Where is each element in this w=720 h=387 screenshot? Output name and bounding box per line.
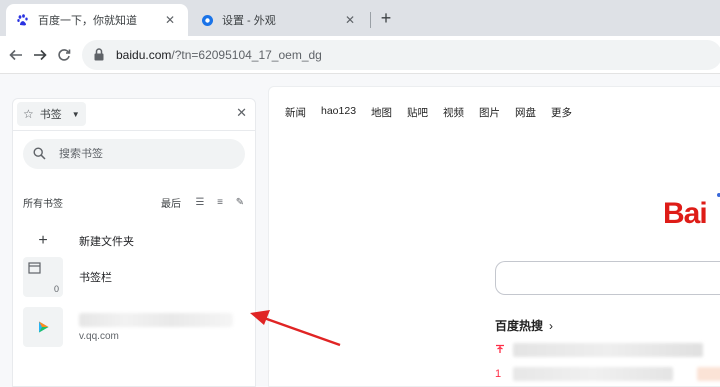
chevron-right-icon: › (549, 318, 554, 333)
close-icon[interactable]: ✕ (236, 105, 247, 121)
url-text: baidu.com/?tn=62095104_17_oem_dg (116, 48, 322, 62)
blurred-hot-item (513, 343, 703, 357)
selector-label: 书签 (39, 109, 62, 121)
nav-link-news[interactable]: 新闻 (285, 105, 306, 120)
new-tab-icon[interactable]: + (376, 8, 396, 28)
baidu-logo[interactable]: Bai (663, 197, 708, 231)
lock-icon[interactable] (94, 48, 106, 62)
nav-link-map[interactable]: 地图 (371, 105, 392, 120)
folder-count: 0 (53, 284, 59, 294)
nav-link-pan[interactable]: 网盘 (515, 105, 536, 120)
hot-search-item[interactable] (495, 343, 703, 357)
baidu-page: 新闻 hao123 地图 贴吧 视频 图片 网盘 更多 Bai 百度热搜 › 1 (268, 86, 720, 387)
sort-button[interactable]: 最后 (161, 195, 181, 210)
nav-link-tieba[interactable]: 贴吧 (407, 105, 428, 120)
nav-link-images[interactable]: 图片 (479, 105, 500, 120)
new-folder-item[interactable]: + 新建文件夹 (23, 221, 247, 261)
new-folder-label: 新建文件夹 (79, 236, 134, 248)
blurred-hot-item (513, 367, 673, 381)
section-title: 所有书签 (23, 198, 63, 210)
divider (13, 130, 255, 131)
nav-link-more[interactable]: 更多 (551, 105, 572, 120)
tab-separator (370, 12, 371, 28)
bookmarks-side-panel: ☆ 书签 ▼ ✕ 所有书签 最后 ☰ ≡ ✎ + 新建文件夹 (12, 98, 256, 387)
tab-strip: 百度一下，你就知道 ✕ 设置 - 外观 ✕ + (0, 0, 720, 36)
bookmark-bar-label: 书签栏 (79, 272, 112, 284)
chrome-settings-gear-icon (200, 13, 214, 27)
folder-window-icon: 0 (23, 257, 63, 297)
baidu-top-nav: 新闻 hao123 地图 贴吧 视频 图片 网盘 更多 (285, 105, 587, 120)
side-panel-selector[interactable]: ☆ 书签 ▼ (17, 102, 86, 126)
reload-icon[interactable] (54, 45, 74, 65)
tab-title: 百度一下，你就知道 (38, 15, 137, 27)
back-arrow-icon[interactable] (6, 45, 26, 65)
content-area: ☆ 书签 ▼ ✕ 所有书签 最后 ☰ ≡ ✎ + 新建文件夹 (0, 74, 720, 387)
section-header: 所有书签 最后 ☰ ≡ ✎ (23, 193, 247, 211)
bookmark-item-vqq[interactable]: v.qq.com (23, 307, 247, 347)
edit-pencil-icon[interactable]: ✎ (233, 197, 247, 208)
nav-link-hao123[interactable]: hao123 (321, 105, 356, 120)
browser-toolbar: baidu.com/?tn=62095104_17_oem_dg (0, 36, 720, 74)
top-pin-icon (495, 344, 513, 357)
bookmark-text: v.qq.com (79, 312, 233, 342)
forward-arrow-icon[interactable] (30, 45, 50, 65)
hot-search-title[interactable]: 百度热搜 › (495, 317, 553, 334)
hot-search-item[interactable]: 1 (495, 367, 720, 381)
tencent-video-play-icon (23, 307, 63, 347)
tab-settings[interactable]: 设置 - 外观 ✕ (190, 4, 368, 36)
hot-rank-number: 1 (495, 368, 502, 380)
sort-order-icon[interactable]: ☰ (193, 197, 207, 208)
tab-close-icon[interactable]: ✕ (342, 13, 358, 27)
blurred-bookmark-title (79, 312, 233, 327)
list-view-icon[interactable]: ≡ (213, 197, 227, 208)
nav-link-video[interactable]: 视频 (443, 105, 464, 120)
url-path: /?tn=62095104_17_oem_dg (171, 48, 322, 62)
address-bar[interactable]: baidu.com/?tn=62095104_17_oem_dg (82, 40, 720, 70)
hot-search-label: 百度热搜 (495, 319, 544, 333)
bookmark-search[interactable] (23, 139, 245, 169)
plus-icon: + (38, 232, 48, 249)
star-icon: ☆ (23, 107, 34, 121)
caret-down-icon: ▼ (71, 109, 80, 119)
blurred-hot-badge (697, 367, 720, 381)
panel-header: ☆ 书签 ▼ ✕ (15, 101, 255, 129)
baidu-search-input[interactable] (495, 261, 720, 295)
baidu-paw-icon (16, 13, 30, 27)
search-icon (33, 147, 47, 161)
tab-baidu[interactable]: 百度一下，你就知道 ✕ (6, 4, 188, 36)
tab-close-icon[interactable]: ✕ (162, 13, 178, 27)
tab-title: 设置 - 外观 (222, 15, 276, 27)
bookmark-bar-folder[interactable]: 0 书签栏 (23, 257, 247, 297)
bookmark-url: v.qq.com (79, 330, 119, 342)
url-host: baidu.com (116, 48, 172, 62)
bookmark-search-input[interactable] (59, 148, 229, 160)
